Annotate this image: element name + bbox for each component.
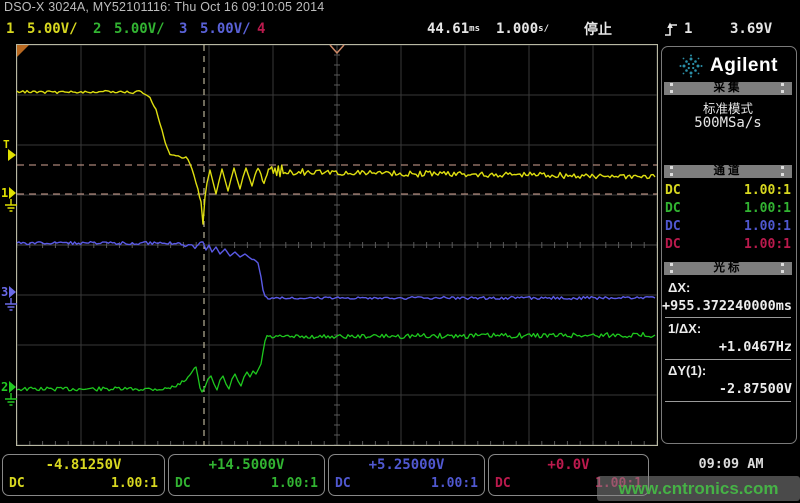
ch1-button[interactable]: 1 (6, 16, 14, 42)
ground-icon (5, 393, 17, 405)
trigger-slope-icon (664, 21, 678, 37)
divider (665, 317, 791, 318)
ch1-zero-label: 1 (1, 186, 8, 200)
ch3-button[interactable]: 3 (179, 16, 187, 42)
ch4-button[interactable]: 4 (257, 16, 265, 42)
ch1-zero-marker-icon[interactable] (9, 187, 16, 199)
delay-readout[interactable]: 44.61ms (408, 16, 480, 42)
divider (665, 359, 791, 360)
ch3-voltage: +5.25000V (335, 456, 478, 475)
dy-value: -2.87500V (719, 381, 792, 397)
ch3-coupling: DC (665, 218, 681, 236)
ch3-probe: 1.00:1 (744, 218, 791, 236)
ch2-button[interactable]: 2 (93, 16, 101, 42)
ch2-trace (17, 333, 655, 392)
timebase-unit: s/ (538, 24, 549, 34)
drag-grip-icon[interactable] (670, 263, 673, 273)
ch3-probe-bottom: 1.00:1 (431, 475, 478, 493)
sidebar-menu: Agilent 采集 标准模式 500MSa/s 通道 DC 1.00:1 DC… (660, 42, 800, 452)
inv-dx-value: +1.0467Hz (719, 339, 792, 355)
graticule (17, 45, 657, 445)
ch1-coupling-bottom: DC (9, 475, 25, 493)
cursors-section-header[interactable]: 光标 (664, 262, 792, 275)
time-reference-icon (17, 45, 29, 57)
ch3-zero-label: 3 (1, 285, 8, 299)
channel-row-3[interactable]: DC 1.00:1 (665, 218, 791, 236)
channel-row-1[interactable]: DC 1.00:1 (665, 182, 791, 200)
acquisition-section-header[interactable]: 采集 (664, 82, 792, 95)
status-bar: 1 5.00V/ 2 5.00V/ 3 5.00V/ 4 44.61ms 1.0… (0, 16, 800, 42)
ch2-zero-marker-icon[interactable] (9, 381, 16, 393)
dx-label: ΔX: (668, 280, 690, 295)
ch3-measure-panel[interactable]: +5.25000V DC 1.00:1 (328, 454, 485, 496)
delay-value: 44.61 (427, 21, 469, 37)
ch2-zero-label: 2 (1, 380, 8, 394)
acquisition-header-label: 采集 (714, 82, 743, 94)
ch3-scale[interactable]: 5.00V/ (200, 16, 251, 42)
delay-unit: ms (469, 24, 480, 34)
trigger-level-label: T (3, 138, 10, 151)
ch3-zero-marker-icon[interactable] (9, 286, 16, 298)
trigger-level[interactable]: 3.69V (730, 16, 772, 42)
ch4-voltage: +0.0V (495, 456, 642, 475)
ch2-probe-bottom: 1.00:1 (271, 475, 318, 493)
drag-grip-icon[interactable] (781, 166, 784, 176)
inv-dx-label: 1/ΔX: (668, 321, 701, 336)
trigger-source[interactable]: 1 (684, 16, 692, 42)
ch1-probe-bottom: 1.00:1 (111, 475, 158, 493)
ch4-probe: 1.00:1 (744, 236, 791, 254)
ground-icon (5, 298, 17, 310)
dx-value: +955.372240000ms (662, 298, 792, 314)
dy-label: ΔY(1): (668, 363, 706, 378)
waveform-display[interactable]: T 1 3 2 (0, 42, 660, 453)
channel-markers: T 1 3 2 (1, 138, 17, 405)
channels-section-header[interactable]: 通道 (664, 165, 792, 178)
ch2-probe: 1.00:1 (744, 200, 791, 218)
ch4-coupling-bottom: DC (495, 475, 511, 493)
ch3-trace (17, 242, 655, 300)
clock: 09:09 AM (688, 456, 774, 472)
ch3-coupling-bottom: DC (335, 475, 351, 493)
ch2-scale[interactable]: 5.00V/ (114, 16, 165, 42)
ch1-coupling: DC (665, 182, 681, 200)
ch1-voltage: -4.81250V (9, 456, 158, 475)
sample-rate: 500MSa/s (664, 115, 792, 131)
drag-grip-icon[interactable] (781, 263, 784, 273)
brand-name: Agilent (710, 55, 778, 77)
channel-row-4[interactable]: DC 1.00:1 (665, 236, 791, 254)
ch1-scale[interactable]: 5.00V/ (27, 16, 78, 42)
ch2-voltage: +14.5000V (175, 456, 318, 475)
drag-grip-icon[interactable] (670, 83, 673, 93)
cursors-header-label: 光标 (714, 262, 743, 274)
ground-icon (5, 199, 17, 211)
ch2-measure-panel[interactable]: +14.5000V DC 1.00:1 (168, 454, 325, 496)
run-state[interactable]: 停止 (584, 16, 612, 42)
drag-grip-icon[interactable] (781, 83, 784, 93)
drag-grip-icon[interactable] (670, 166, 673, 176)
timebase-value: 1.000 (496, 21, 538, 37)
ch4-coupling: DC (665, 236, 681, 254)
agilent-spark-icon (678, 53, 704, 79)
channel-row-2[interactable]: DC 1.00:1 (665, 200, 791, 218)
ch1-trace (17, 91, 655, 224)
brand-logo: Agilent (660, 50, 796, 82)
divider (665, 401, 791, 402)
channels-header-label: 通道 (714, 165, 743, 177)
ch2-coupling-bottom: DC (175, 475, 191, 493)
title-bar: DSO-X 3024A, MY52101116: Thu Oct 16 09:1… (4, 0, 800, 16)
ch2-coupling: DC (665, 200, 681, 218)
ch1-measure-panel[interactable]: -4.81250V DC 1.00:1 (2, 454, 165, 496)
ch1-probe: 1.00:1 (744, 182, 791, 200)
watermark: www.cntronics.com (597, 476, 800, 501)
trigger-level-marker-icon[interactable] (8, 149, 16, 161)
timebase-readout[interactable]: 1.000s/ (496, 16, 549, 42)
